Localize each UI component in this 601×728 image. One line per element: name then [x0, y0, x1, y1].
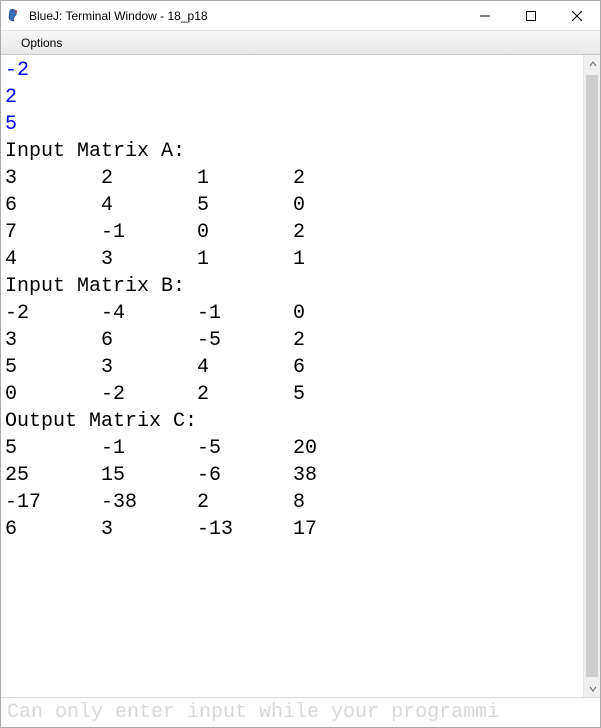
- window-title: BlueJ: Terminal Window - 18_p18: [29, 9, 208, 23]
- terminal-window: BlueJ: Terminal Window - 18_p18 Options …: [0, 0, 601, 728]
- scroll-down-icon[interactable]: [584, 680, 601, 697]
- maximize-button[interactable]: [508, 1, 554, 31]
- matrix-row: 6 4 5 0: [5, 192, 579, 219]
- terminal-area: -225Input Matrix A:3 2 1 26 4 5 07 -1 0 …: [1, 55, 600, 697]
- app-icon: [7, 8, 23, 24]
- scrollbar-thumb[interactable]: [586, 75, 598, 677]
- terminal-user-input: -2: [5, 57, 579, 84]
- menubar: Options: [1, 31, 600, 55]
- matrix-row: 5 3 4 6: [5, 354, 579, 381]
- vertical-scrollbar[interactable]: [583, 55, 600, 697]
- matrix-row: 3 6 -5 2: [5, 327, 579, 354]
- matrix-row: 4 3 1 1: [5, 246, 579, 273]
- matrix-c-header: Output Matrix C:: [5, 408, 579, 435]
- matrix-row: 0 -2 2 5: [5, 381, 579, 408]
- matrix-row: 25 15 -6 38: [5, 462, 579, 489]
- matrix-row: 7 -1 0 2: [5, 219, 579, 246]
- menu-options[interactable]: Options: [13, 34, 70, 52]
- titlebar: BlueJ: Terminal Window - 18_p18: [1, 1, 600, 31]
- matrix-row: -17 -38 2 8: [5, 489, 579, 516]
- terminal-user-input: 5: [5, 111, 579, 138]
- matrix-row: 6 3 -13 17: [5, 516, 579, 543]
- terminal-user-input: 2: [5, 84, 579, 111]
- minimize-button[interactable]: [462, 1, 508, 31]
- matrix-b-header: Input Matrix B:: [5, 273, 579, 300]
- matrix-row: -2 -4 -1 0: [5, 300, 579, 327]
- terminal-input[interactable]: Can only enter input while your programm…: [1, 697, 600, 727]
- scroll-up-icon[interactable]: [584, 55, 601, 72]
- close-button[interactable]: [554, 1, 600, 31]
- matrix-row: 5 -1 -5 20: [5, 435, 579, 462]
- matrix-a-header: Input Matrix A:: [5, 138, 579, 165]
- terminal-output: -225Input Matrix A:3 2 1 26 4 5 07 -1 0 …: [1, 55, 583, 697]
- matrix-row: 3 2 1 2: [5, 165, 579, 192]
